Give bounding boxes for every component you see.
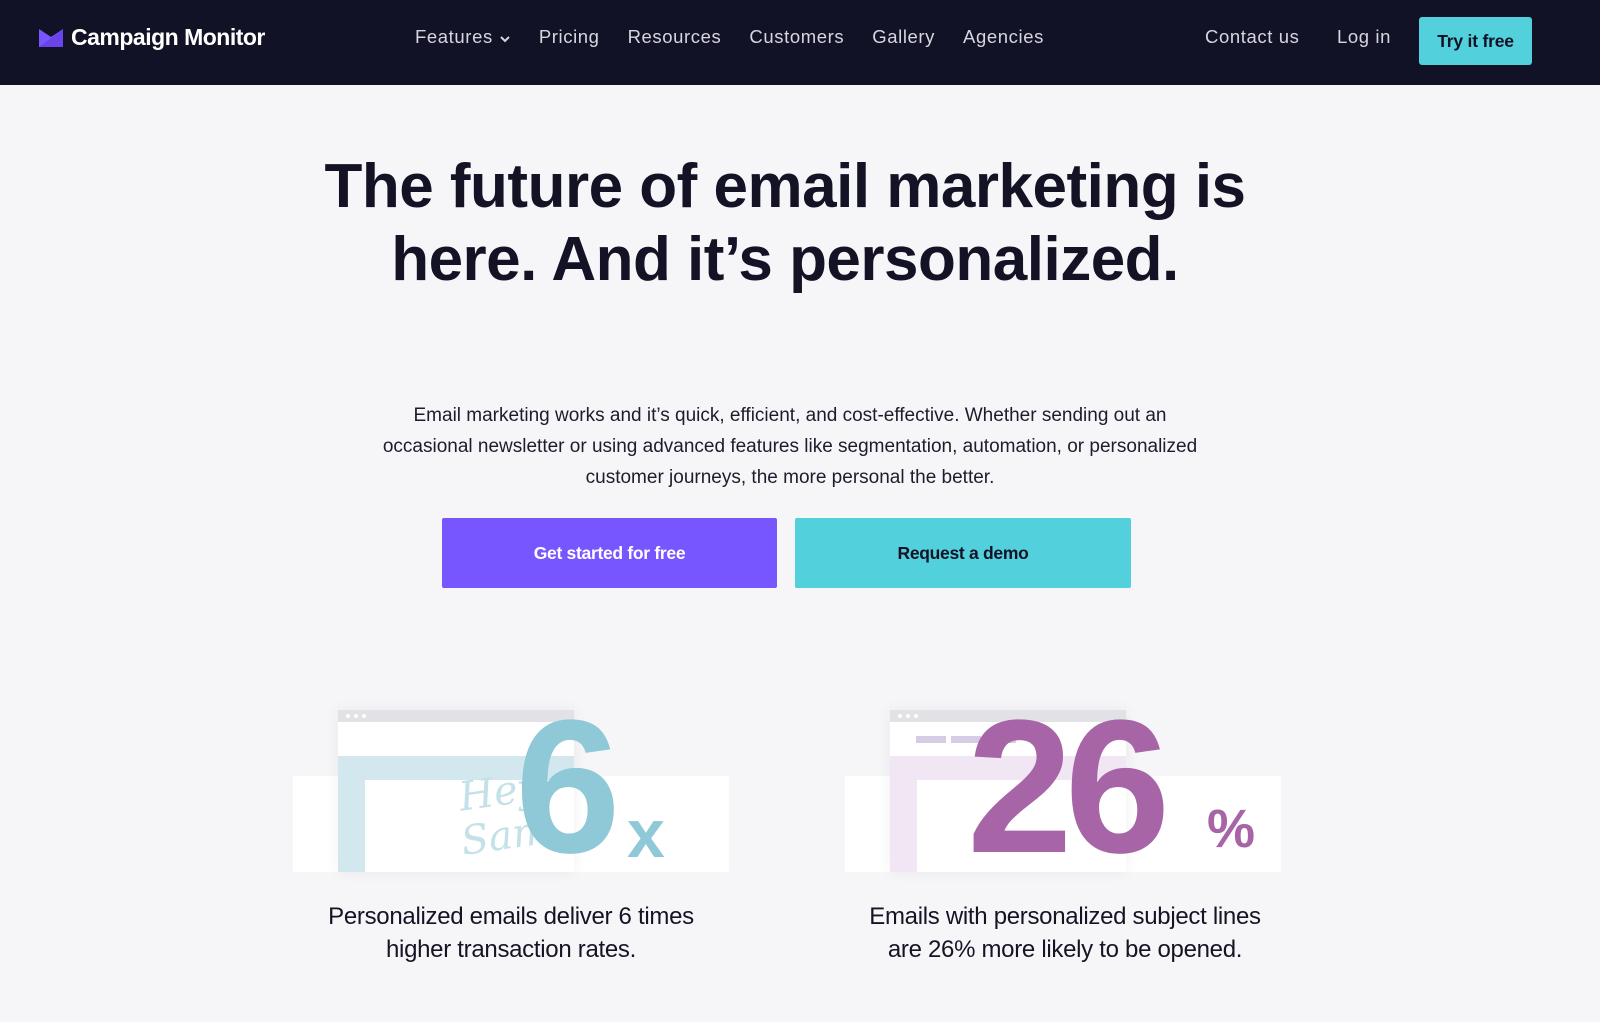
- main-menu: Features Pricing Resources Customers Gal…: [415, 26, 1072, 48]
- chevron-down-icon: [500, 36, 510, 43]
- nav-link-gallery[interactable]: Gallery: [872, 26, 935, 48]
- nav-link-label: Features: [415, 26, 493, 47]
- hero-title: The future of email marketing is here. A…: [324, 152, 1246, 294]
- stat-caption: Emails with personalized subject lines a…: [869, 903, 1261, 963]
- window-dots-icon: [898, 714, 922, 718]
- request-demo-button[interactable]: Request a demo: [795, 518, 1131, 588]
- stat-card-open-rate: 26 % Emails with personalized subject li…: [845, 692, 1281, 1000]
- nav-link-pricing[interactable]: Pricing: [539, 26, 600, 48]
- stat-number: 6: [515, 681, 621, 893]
- brand-name: Campaign Monitor: [71, 24, 265, 50]
- try-it-free-button[interactable]: Try it free: [1419, 17, 1532, 65]
- stat-caption: Personalized emails deliver 6 times high…: [328, 903, 694, 963]
- stat-number: 26: [967, 681, 1170, 893]
- nav-link-features[interactable]: Features: [415, 26, 511, 48]
- log-in-link[interactable]: Log in: [1337, 26, 1391, 48]
- hero-subtitle: Email marketing works and it’s quick, ef…: [382, 405, 1198, 488]
- stat-card-transactions: Hey Sam 6 x Personalized emails deliver 6…: [293, 692, 729, 1000]
- contact-us-link[interactable]: Contact us: [1205, 26, 1299, 48]
- brand-logo[interactable]: Campaign Monitor: [39, 24, 265, 51]
- nav-link-agencies[interactable]: Agencies: [963, 26, 1044, 48]
- stat-suffix: x: [627, 796, 665, 872]
- nav-link-customers[interactable]: Customers: [749, 26, 844, 48]
- window-dots-icon: [346, 714, 370, 718]
- nav-link-resources[interactable]: Resources: [628, 26, 722, 48]
- top-navigation: Campaign Monitor Features Pricing Resour…: [0, 0, 1600, 85]
- stat-suffix: %: [1207, 799, 1256, 859]
- get-started-button[interactable]: Get started for free: [442, 518, 777, 588]
- envelope-logo-icon: [39, 28, 63, 47]
